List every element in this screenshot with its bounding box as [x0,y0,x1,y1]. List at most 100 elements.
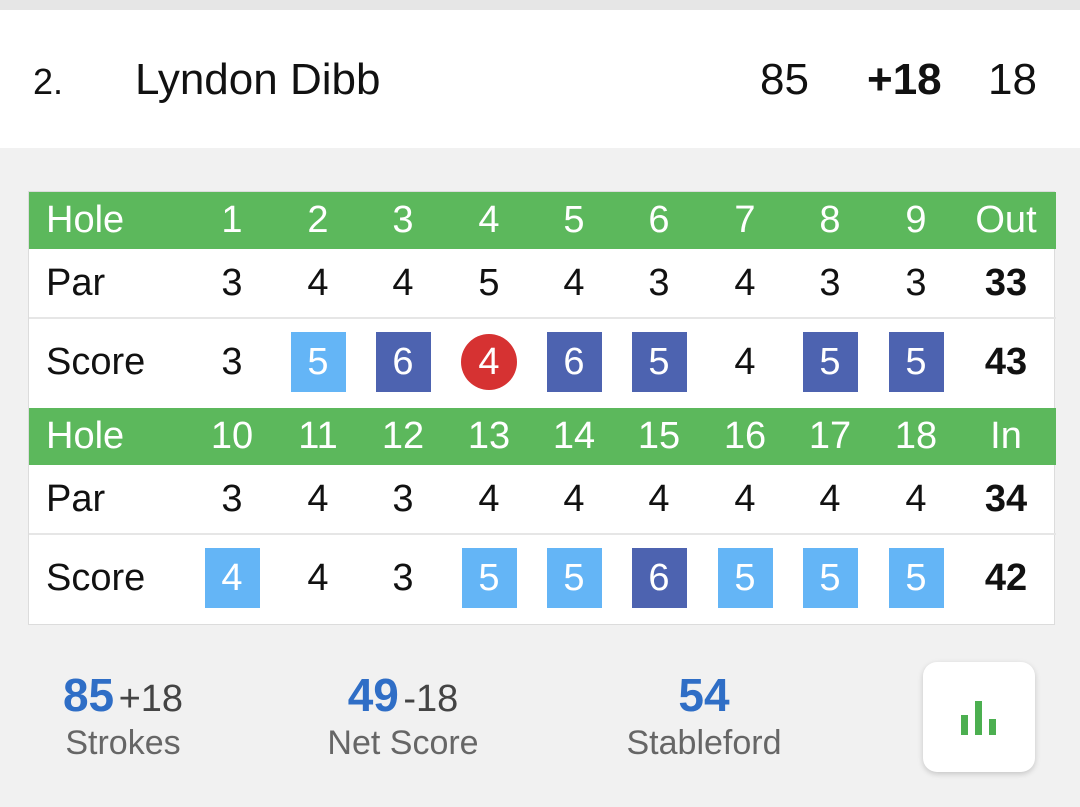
score-double-bogey-badge: 5 [802,332,858,392]
back-par-row: Par 3 4 3 4 4 4 4 4 4 34 [29,465,1056,535]
summary-stableford: 54 Stableford [612,668,796,763]
score-cell: 6 [361,319,445,405]
score-bogey-badge: 5 [290,332,346,392]
score-cell: 5 [617,319,701,405]
score-cell: 5 [532,535,616,621]
score-cell: 5 [874,319,958,405]
score-bogey-badge: 5 [802,548,858,608]
hole-number: 11 [298,415,338,457]
strokes-diff: +18 [118,678,184,720]
par-value: 3 [392,477,414,520]
score-cell: 5 [703,535,787,621]
score-double-bogey-badge: 6 [631,548,687,608]
score-value: 3 [221,340,243,383]
net-value: 49 [347,669,399,721]
score-cell: 4 [447,319,531,405]
score-cell: 6 [617,535,701,621]
par-value: 4 [478,477,500,520]
stableford-value: 54 [678,669,730,721]
score-cell: 5 [276,319,360,405]
player-rank: 2. [33,61,64,102]
score-label: Score [46,340,146,383]
hole-number: 15 [637,415,681,457]
score-bogey-badge: 5 [546,548,602,608]
score-label: Score [46,556,146,599]
total-label: Out [975,199,1037,241]
front-hole-row: Hole 1 2 3 4 5 6 7 8 9 Out [29,192,1056,249]
score-total: 43 [984,340,1028,383]
player-thru: 18 [988,55,1037,104]
par-value: 3 [221,477,243,520]
hole-number: 4 [478,199,500,241]
par-total: 33 [984,261,1028,304]
score-cell: 4 [276,535,360,621]
stableford-label: Stableford [626,724,782,762]
total-label: In [990,415,1022,457]
hole-label: Hole [46,415,125,457]
hole-number: 8 [819,199,841,241]
hole-number: 16 [723,415,767,457]
par-value: 4 [307,477,329,520]
par-value: 4 [648,477,670,520]
net-diff: -18 [403,678,459,720]
front-score-row: Score 3 5 6 4 6 5 4 5 5 43 [29,319,1056,405]
net-label: Net Score [327,724,479,762]
hole-number: 1 [221,199,243,241]
par-value: 5 [478,261,500,304]
strokes-value: 85 [62,669,115,721]
score-cell: 3 [190,319,274,405]
par-value: 4 [307,261,329,304]
player-name: Lyndon Dibb [135,55,381,104]
hole-number: 7 [734,199,756,241]
score-cell: 4 [703,319,787,405]
summary-strokes: 85 +18 Strokes [48,668,198,763]
score-cell: 4 [190,535,274,621]
par-value: 3 [648,261,670,304]
score-double-bogey-badge: 5 [888,332,944,392]
par-value: 3 [221,261,243,304]
score-double-bogey-badge: 6 [375,332,431,392]
par-value: 4 [392,261,414,304]
hole-number: 10 [210,415,254,457]
top-divider [0,0,1080,10]
score-double-bogey-badge: 5 [631,332,687,392]
score-cell: 5 [874,535,958,621]
hole-number: 2 [307,199,329,241]
summary-net-score: 49 -18 Net Score [318,668,488,763]
score-value: 4 [307,556,329,599]
par-value: 4 [819,477,841,520]
score-bogey-badge: 5 [888,548,944,608]
stats-button[interactable] [923,662,1035,772]
score-bogey-badge: 5 [717,548,773,608]
score-cell: 5 [788,319,872,405]
scorecard: Hole 1 2 3 4 5 6 7 8 9 Out Par 3 4 4 5 4 3 4 3 3 33 Score … [28,191,1056,625]
score-cell: 3 [361,535,445,621]
score-cell: 6 [532,319,616,405]
strokes-label: Strokes [65,724,181,762]
par-total: 34 [984,477,1028,520]
hole-number: 13 [467,415,511,457]
hole-number: 12 [381,415,425,457]
hole-number: 18 [894,415,938,457]
score-cell: 5 [788,535,872,621]
bar-chart-icon [961,701,996,735]
player-header[interactable]: 2. Lyndon Dibb 85 +18 18 [0,10,1080,148]
hole-label: Hole [46,199,125,241]
score-double-bogey-badge: 6 [546,332,602,392]
score-bogey-badge: 4 [204,548,260,608]
back-hole-row: Hole 10 11 12 13 14 15 16 17 18 In [29,408,1056,465]
par-value: 4 [563,261,585,304]
score-value: 3 [392,556,414,599]
par-value: 4 [905,477,927,520]
hole-number: 14 [552,415,596,457]
score-birdie-badge: 4 [461,334,517,390]
hole-number: 9 [905,199,927,241]
par-value: 4 [734,477,756,520]
par-label: Par [46,261,106,304]
hole-number: 17 [808,415,852,457]
score-total: 42 [984,556,1028,599]
score-bogey-badge: 5 [461,548,517,608]
hole-number: 3 [392,199,414,241]
player-to-par: +18 [867,55,942,104]
par-value: 3 [905,261,927,304]
